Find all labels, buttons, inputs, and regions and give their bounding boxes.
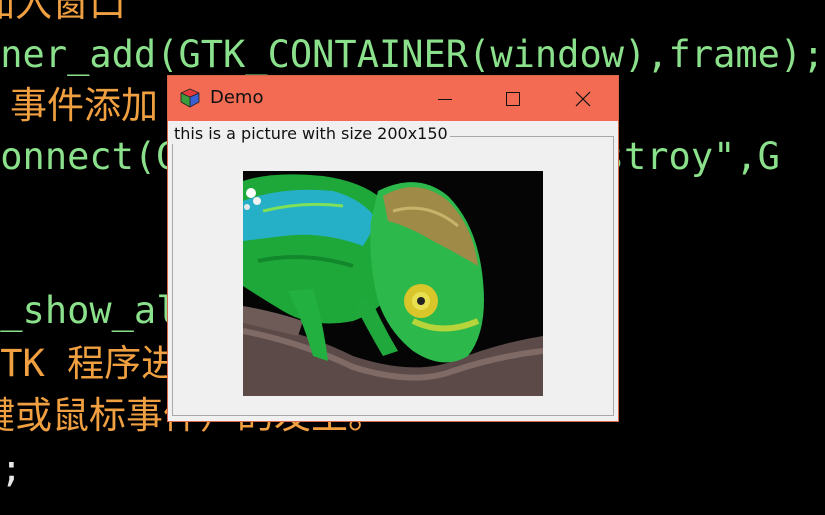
code-line-1: 加入窗口: [0, 0, 126, 25]
maximize-icon: [506, 92, 520, 106]
close-button[interactable]: [560, 76, 606, 121]
code-line-3: 事件添加: [10, 84, 158, 127]
gtk-cube-icon: [180, 88, 200, 108]
demo-window: Demo this is a picture with size 200x150: [167, 75, 619, 422]
code-line-9: );: [0, 447, 23, 490]
title-bar[interactable]: Demo: [168, 76, 618, 121]
chameleon-image: [243, 171, 543, 396]
window-title: Demo: [210, 87, 264, 108]
minimize-icon: [438, 99, 452, 100]
minimize-button[interactable]: [422, 76, 468, 121]
code-line-2: iner_add(GTK_CONTAINER(window),frame);: [0, 33, 825, 76]
close-icon: [575, 91, 591, 107]
maximize-button[interactable]: [490, 76, 536, 121]
frame-label: this is a picture with size 200x150: [172, 124, 450, 144]
